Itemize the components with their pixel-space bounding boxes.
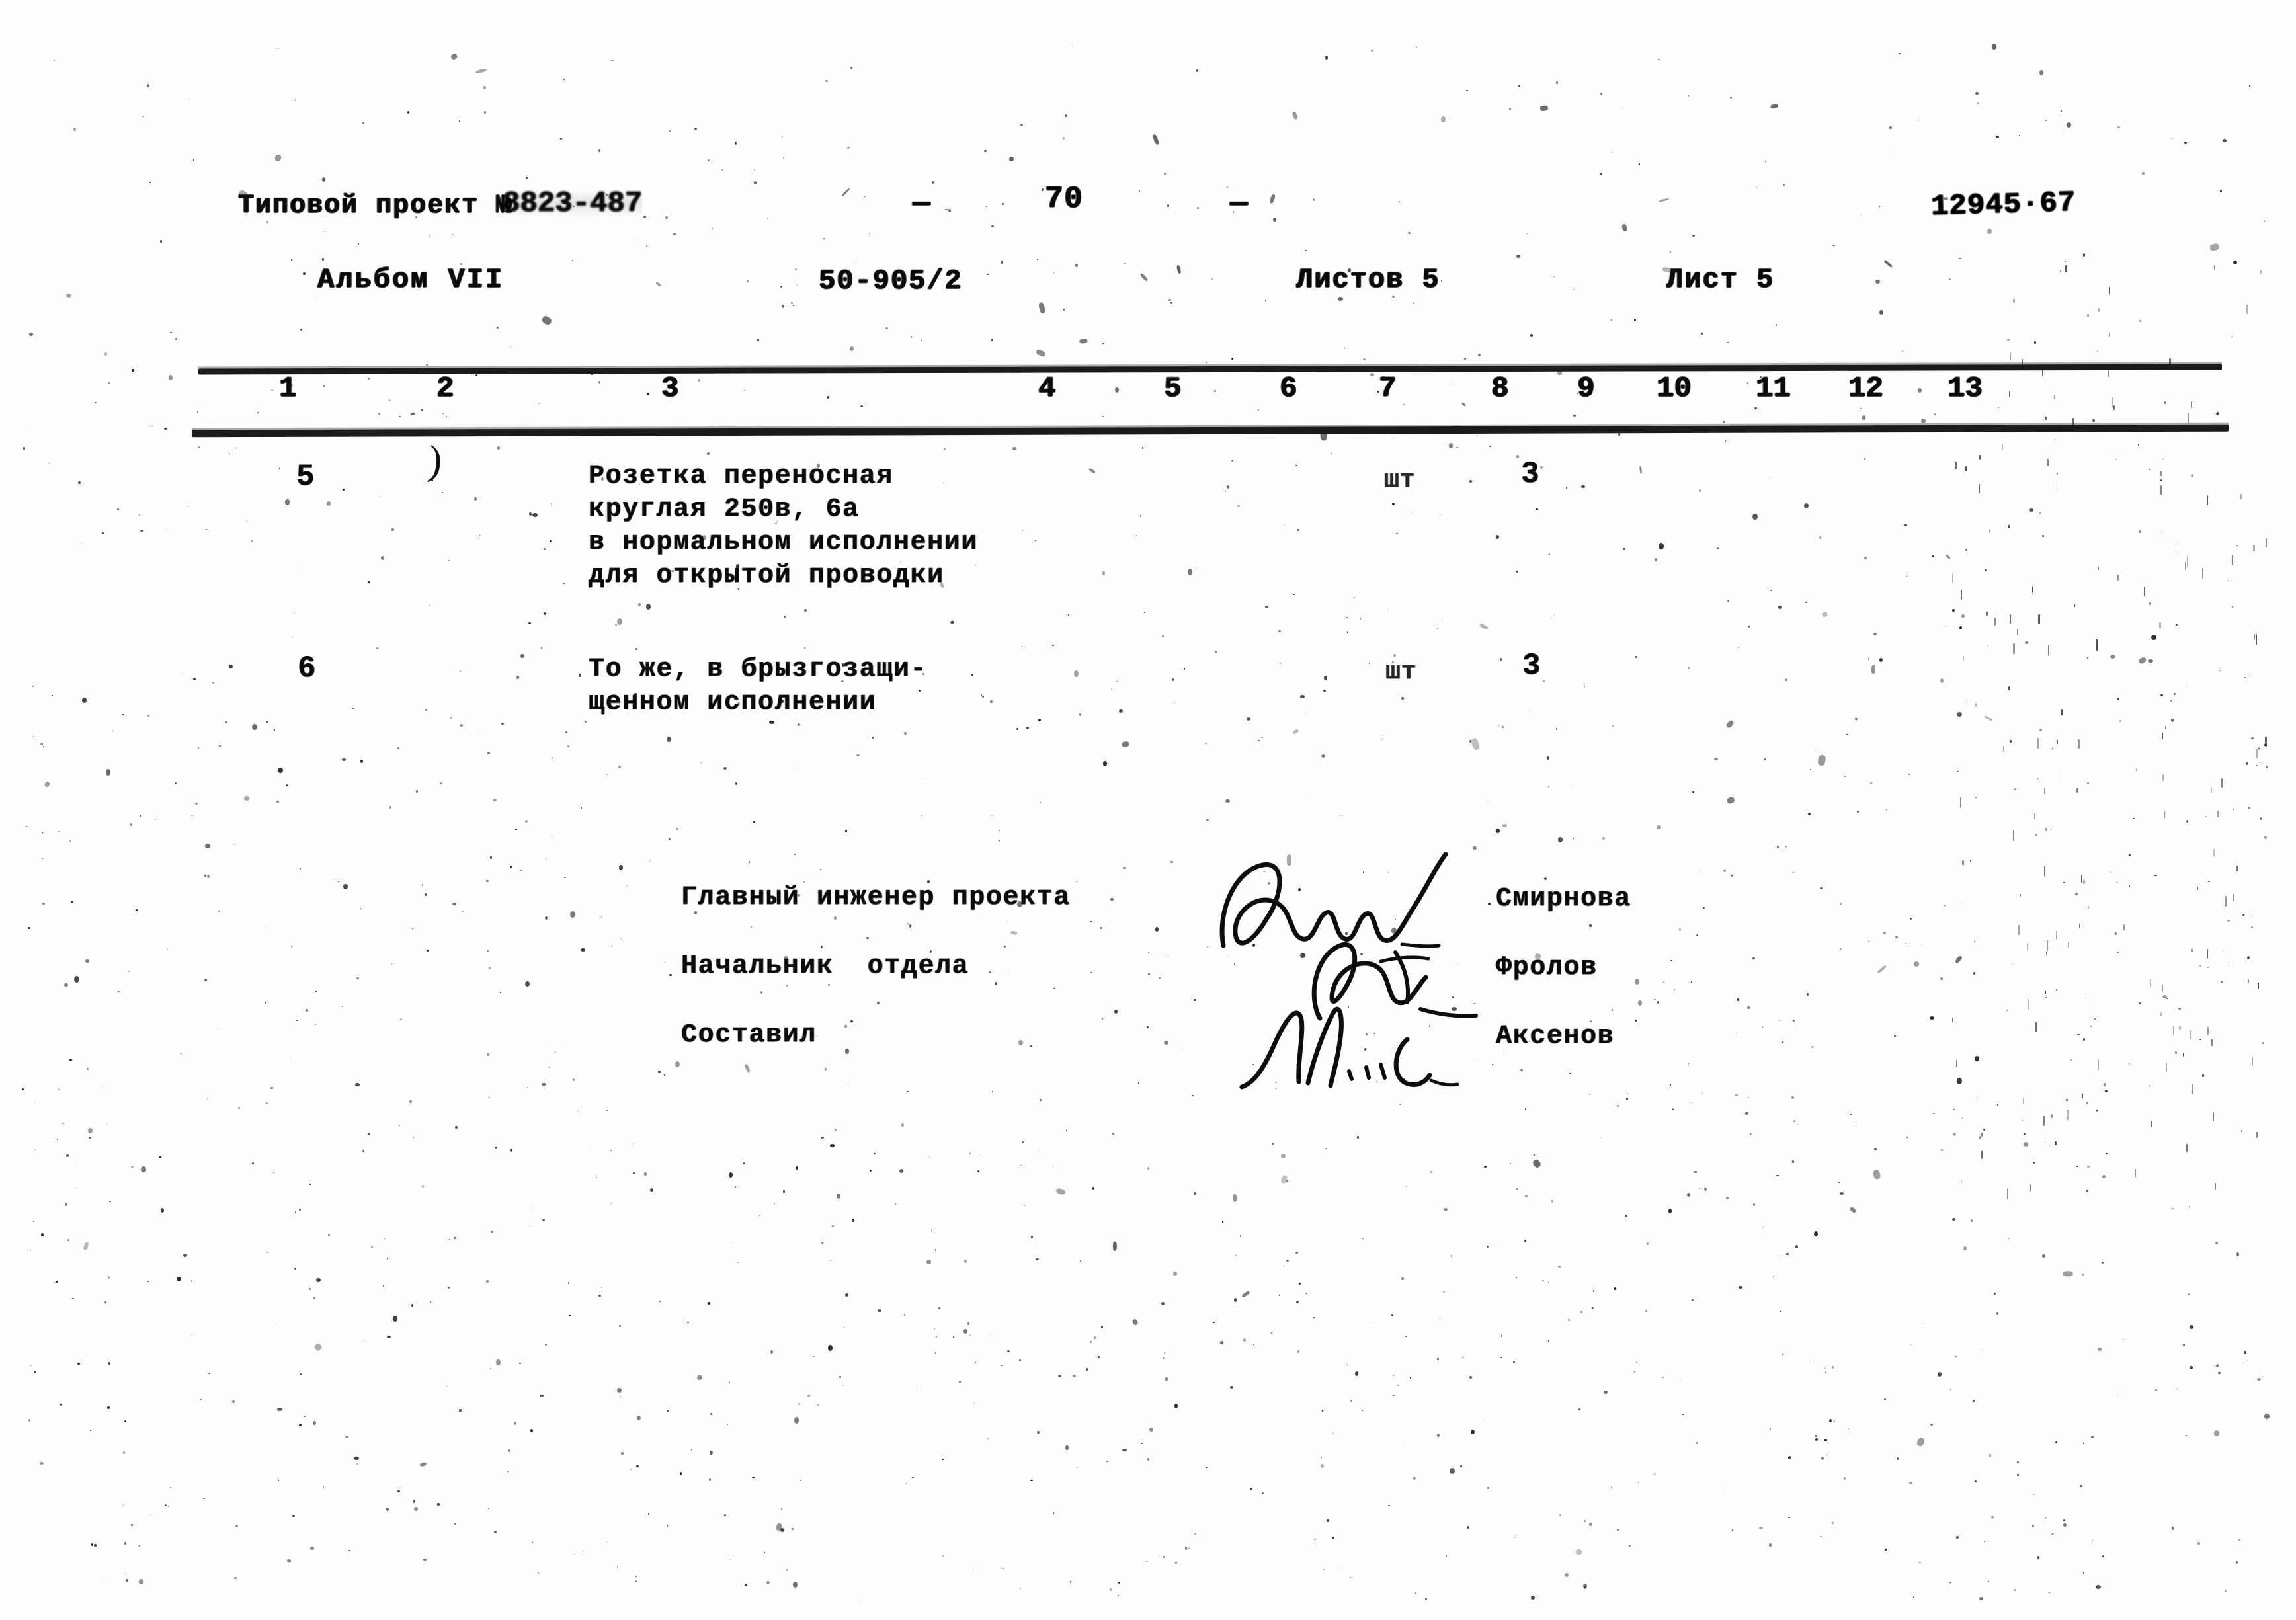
page-number: 70	[1045, 182, 1084, 216]
table-column-number: 8	[1491, 372, 1509, 405]
table-row-description: Розетка переносная круглая 250в, 6а в но…	[589, 462, 978, 590]
stray-pen-mark: )	[426, 438, 445, 484]
table-column-number: 2	[436, 372, 454, 405]
handwritten-signature-icon	[1219, 852, 1448, 948]
table-row-description: То же, в брызгозащи- щенном исполнении	[589, 655, 928, 717]
table-column-number: 1	[279, 372, 297, 405]
project-label: Типовой проект №	[238, 191, 514, 221]
archive-stamp: 12945·67	[1930, 186, 2076, 224]
scan-noise-overlay	[0, 0, 2296, 1620]
table-row-quantity: 3	[1522, 649, 1542, 683]
handwritten-signature-icon	[1239, 1006, 1459, 1090]
page-dash-right: —	[1230, 187, 1249, 220]
project-number-obscured: 8823-487	[503, 187, 643, 220]
table-row-quantity: 3	[1521, 457, 1541, 491]
signature-role-label: Составил	[681, 1020, 817, 1050]
table-rule-bottom	[191, 424, 2229, 438]
scanned-document-page: Типовой проект № 8823-487 Альбом VII 50-…	[0, 0, 2296, 1620]
table-row-number: 6	[298, 651, 317, 686]
table-row-unit: шт	[1384, 466, 1416, 495]
table-rule-top	[198, 364, 2223, 375]
table-row-unit: шт	[1385, 658, 1417, 686]
page-dash-left: —	[913, 187, 931, 220]
sheets-total-label: Листов 5	[1296, 264, 1440, 296]
signature-person-name: Смирнова	[1496, 884, 1631, 914]
table-column-number: 12	[1848, 372, 1883, 405]
table-column-number: 13	[1948, 372, 1983, 405]
signature-role-label: Главный инженер проекта	[681, 883, 1071, 912]
table-column-number: 4	[1038, 372, 1056, 405]
signature-role-label: Начальник отдела	[681, 952, 969, 981]
document-code: 50-905/2	[819, 265, 963, 297]
sheet-current-label: Лист 5	[1666, 264, 1775, 296]
signature-person-name: Аксенов	[1496, 1022, 1615, 1051]
album-label: Альбом VII	[317, 264, 505, 296]
table-column-number: 5	[1164, 372, 1182, 405]
table-column-number: 11	[1756, 372, 1791, 405]
table-column-number: 9	[1577, 372, 1595, 405]
signature-person-name: Фролов	[1496, 953, 1598, 983]
handwritten-signature-icon	[1311, 942, 1478, 1021]
table-column-number: 10	[1657, 372, 1692, 405]
table-column-number: 3	[661, 372, 679, 405]
table-column-number: 7	[1379, 372, 1397, 405]
table-row-number: 5	[296, 460, 316, 494]
table-column-number: 6	[1280, 372, 1297, 405]
